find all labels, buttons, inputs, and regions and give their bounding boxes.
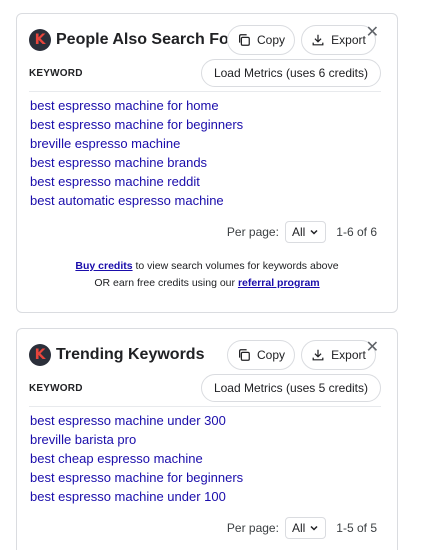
keyword-link[interactable]: best espresso machine reddit (30, 172, 243, 191)
download-icon (312, 34, 324, 46)
chevron-down-icon (310, 229, 318, 235)
pagination: Per page: All 1-5 of 5 (227, 516, 377, 540)
people-also-search-for-panel: K People Also Search For Copy Export ✕ K… (16, 13, 398, 313)
keyword-link[interactable]: breville barista pro (30, 430, 243, 449)
keyword-link[interactable]: best espresso machine brands (30, 153, 243, 172)
per-page-value: All (291, 521, 306, 535)
keyword-link[interactable]: best espresso machine for home (30, 96, 243, 115)
per-page-label: Per page: (226, 225, 279, 239)
keyword-link[interactable]: best espresso machine for beginners (30, 468, 243, 487)
per-page-select[interactable]: All (284, 221, 327, 243)
export-label: Export (331, 33, 366, 47)
keyword-link[interactable]: best espresso machine under 300 (30, 411, 243, 430)
chevron-down-icon (310, 525, 318, 531)
keyword-list: best espresso machine under 300 breville… (30, 411, 243, 506)
keywords-everywhere-logo: K (29, 344, 51, 366)
panel-title: People Also Search For (56, 31, 236, 48)
copy-icon (238, 349, 250, 361)
keyword-list: best espresso machine for home best espr… (30, 96, 243, 210)
per-page-label: Per page: (226, 521, 279, 535)
close-icon[interactable]: ✕ (366, 339, 379, 355)
result-range: 1-6 of 6 (336, 225, 377, 239)
referral-program-link[interactable]: referral program (238, 277, 320, 289)
download-icon (312, 349, 324, 361)
copy-label: Copy (256, 33, 285, 47)
copy-icon (238, 34, 250, 46)
keyword-column-header: KEYWORD (29, 383, 83, 394)
keyword-link[interactable]: best automatic espresso machine (30, 191, 243, 210)
copy-label: Copy (256, 348, 285, 362)
credits-line-1: Buy credits to view search volumes for k… (17, 258, 397, 275)
trending-keywords-panel: K Trending Keywords Copy Export ✕ KEYWOR… (16, 328, 398, 550)
credits-line-2: OR earn free credits using our referral … (17, 275, 397, 292)
keyword-column-header: KEYWORD (29, 68, 83, 79)
load-metrics-button[interactable]: Load Metrics (uses 6 credits) (200, 59, 381, 87)
panel-header: K People Also Search For Copy Export ✕ (29, 20, 387, 60)
keyword-link[interactable]: best espresso machine under 100 (30, 487, 243, 506)
load-metrics-button[interactable]: Load Metrics (uses 5 credits) (200, 374, 381, 402)
panel-header: K Trending Keywords Copy Export ✕ (29, 335, 387, 375)
credits-text-1: to view search volumes for keywords abov… (132, 260, 339, 272)
column-header-row: KEYWORD Load Metrics (uses 6 credits) (29, 59, 381, 92)
copy-button[interactable]: Copy (227, 25, 295, 55)
logo-letter: K (34, 32, 46, 48)
result-range: 1-5 of 5 (336, 521, 377, 535)
keyword-link[interactable]: best cheap espresso machine (30, 449, 243, 468)
buy-credits-link[interactable]: Buy credits (75, 260, 132, 272)
export-label: Export (331, 348, 366, 362)
logo-letter: K (34, 347, 46, 363)
panel-title: Trending Keywords (56, 346, 205, 363)
credits-notice: Buy credits to view search volumes for k… (17, 258, 397, 292)
per-page-value: All (291, 225, 306, 239)
per-page-select[interactable]: All (284, 517, 327, 539)
column-header-row: KEYWORD Load Metrics (uses 5 credits) (29, 374, 381, 407)
close-icon[interactable]: ✕ (366, 24, 379, 40)
keywords-everywhere-logo: K (29, 29, 51, 51)
pagination: Per page: All 1-6 of 6 (227, 220, 377, 244)
keyword-link[interactable]: breville espresso machine (30, 134, 243, 153)
copy-button[interactable]: Copy (227, 340, 295, 370)
credits-text-2: OR earn free credits using our (94, 277, 238, 289)
keyword-link[interactable]: best espresso machine for beginners (30, 115, 243, 134)
